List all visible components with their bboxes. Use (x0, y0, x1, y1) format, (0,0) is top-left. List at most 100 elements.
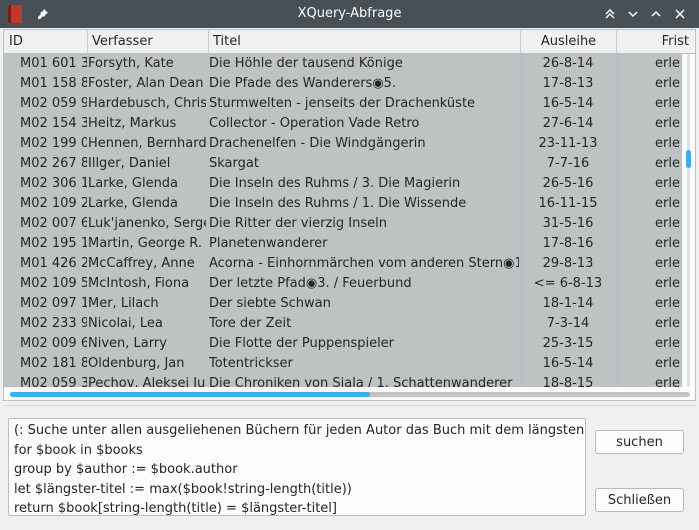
cell-ausleihe: <= 6-8-13 (533, 276, 603, 291)
cell-titel: Tore der Zeit (209, 316, 292, 331)
table-row[interactable]: M02 109 5 McIntosh, Fiona Der letzte Pfad◉… (4, 274, 682, 294)
cell-id: M02 059 3 (20, 376, 87, 387)
cell-id: M02 097 1 (20, 296, 87, 311)
table-row[interactable]: M02 007 6 Luk'janenko, Serge Die Ritter de… (4, 214, 682, 234)
table-row[interactable]: M02 181 8 Oldenburg, Jan Totentrickser 16-5… (4, 354, 682, 374)
cell-id: M02 109 5 (20, 276, 87, 291)
cell-frist: erle (655, 236, 680, 251)
table-row[interactable]: M02 097 1 Mer, Lilach Der siebte Schwan 18-… (4, 294, 682, 314)
cell-titel: Der letzte Pfad◉3. / Feuerbund (209, 276, 412, 291)
table-row[interactable]: M02 109 2 Larke, Glenda Die Inseln des Ruh… (4, 194, 682, 214)
cell-verfasser: Pechov, Aleksej Ju (88, 376, 206, 387)
cell-frist: erle (655, 76, 680, 91)
cell-frist: erle (655, 356, 680, 371)
cell-titel: Acorna - Einhornmärchen vom anderen Ster… (209, 256, 519, 271)
table-row[interactable]: M02 199 0 Hennen, Bernhard Drachenelfen - … (4, 134, 682, 154)
table-row[interactable]: M02 306 1 Larke, Glenda Die Inseln des Ruh… (4, 174, 682, 194)
cell-frist: erle (655, 256, 680, 271)
maximize-button[interactable] (647, 5, 665, 23)
cell-verfasser: Nicolai, Lea (88, 316, 163, 331)
cell-ausleihe: 7-3-14 (546, 316, 590, 331)
table-row[interactable]: M01 601 3 Forsyth, Kate Die Höhle der taus… (4, 54, 682, 74)
column-header-verfasser[interactable]: Verfasser (88, 30, 209, 54)
vertical-scrollbar[interactable] (682, 54, 695, 387)
table-row[interactable]: M02 267 8 Illger, Daniel Skargat 7-7-16 erle (4, 154, 682, 174)
cell-ausleihe: 27-6-14 (542, 116, 594, 131)
cell-titel: Planetenwanderer (209, 236, 328, 251)
cell-ausleihe: 26-5-16 (542, 176, 594, 191)
cell-verfasser: McIntosh, Fiona (88, 276, 190, 291)
cell-verfasser: McCaffrey, Anne (88, 256, 195, 271)
splitter-handle[interactable] (3, 405, 696, 406)
window-title-bar[interactable]: XQuery-Abfrage (0, 0, 699, 28)
cell-id: M02 267 8 (20, 156, 87, 171)
query-editor[interactable]: (: Suche unter allen ausgeliehenen Büche… (8, 418, 586, 516)
cell-id: M02 154 3 (20, 116, 87, 131)
table-row[interactable]: M02 154 3 Heitz, Markus Collector - Operat… (4, 114, 682, 134)
cell-id: M02 195 1 (20, 236, 87, 251)
cell-id: M01 158 8 (20, 76, 87, 91)
cell-id: M02 199 0 (20, 136, 87, 151)
cell-titel: Die Pfade des Wanderers◉5. (209, 76, 397, 91)
cell-verfasser: Mer, Lilach (88, 296, 159, 311)
cell-id: M02 181 8 (20, 356, 87, 371)
cell-verfasser: Illger, Daniel (88, 156, 171, 171)
results-table[interactable]: ID Verfasser Titel Ausleihe Frist M02 05… (3, 29, 696, 401)
cell-titel: Skargat (209, 156, 259, 171)
column-separator (617, 54, 618, 387)
table-row[interactable]: M02 059 9 Hardebusch, Christ Sturmwelten -… (4, 94, 682, 114)
column-header-frist[interactable]: Frist (617, 30, 695, 54)
search-button[interactable]: suchen (595, 430, 684, 454)
query-line: (: Suche unter allen ausgeliehenen Büche… (14, 423, 586, 438)
cell-ausleihe: 31-5-16 (542, 216, 594, 231)
cell-verfasser: Larke, Glenda (88, 176, 179, 191)
table-row[interactable]: M01 426 2 McCaffrey, Anne Acorna - Einhorn… (4, 254, 682, 274)
cell-titel: Die Ritter der vierzig Inseln (209, 216, 387, 231)
close-button[interactable]: Schließen (595, 488, 684, 512)
cell-frist: erle (655, 296, 680, 311)
chevron-up-icon (651, 10, 661, 17)
cell-titel: Drachenelfen - Die Windgängerin (209, 136, 426, 151)
cell-frist: erle (655, 156, 680, 171)
close-window-button[interactable] (671, 5, 689, 23)
cell-frist: erle (655, 196, 680, 211)
table-row[interactable]: M02 009 6 Niven, Larry Die Flotte der Pupp… (4, 334, 682, 354)
column-header-ausleihe[interactable]: Ausleihe (521, 30, 617, 54)
horizontal-scrollbar[interactable] (4, 387, 695, 400)
cell-verfasser: Oldenburg, Jan (88, 356, 185, 371)
cell-ausleihe: 23-11-13 (538, 136, 598, 151)
double-chevron-up-icon (605, 8, 615, 19)
cell-ausleihe: 16-11-15 (538, 196, 598, 211)
scrollbar-track[interactable] (687, 54, 690, 387)
scrollbar-thumb[interactable] (10, 392, 370, 397)
cell-ausleihe: 26-8-14 (542, 56, 594, 71)
cell-verfasser: Martin, George R. R (88, 236, 206, 251)
query-line: for $book in $books (14, 442, 143, 458)
cell-titel: Sturmwelten - jenseits der Drachenküste (209, 96, 476, 111)
cell-verfasser: Luk'janenko, Serge (88, 216, 206, 231)
cell-verfasser: Hennen, Bernhard (88, 136, 206, 151)
cell-id: M01 426 2 (20, 256, 87, 271)
column-separator (521, 54, 522, 387)
cell-titel: Die Flotte der Puppenspieler (209, 336, 395, 351)
keep-above-button[interactable] (601, 5, 619, 23)
column-header-id[interactable]: ID (4, 30, 88, 54)
cell-titel: Die Höhle der tausend Könige (209, 56, 403, 71)
cell-ausleihe: 18-8-15 (542, 376, 594, 387)
table-row[interactable]: M02 059 3 Pechov, Aleksej Ju Die Chroniken… (4, 374, 682, 387)
table-body: M02 059 3 Pechov, Aleksej Ju Die Chroniken… (4, 54, 682, 387)
cell-ausleihe: 25-3-15 (542, 336, 594, 351)
cell-frist: erle (655, 56, 680, 71)
table-header: ID Verfasser Titel Ausleihe Frist (4, 30, 695, 54)
cell-ausleihe: 29-8-13 (542, 256, 594, 271)
cell-id: M02 059 9 (20, 96, 87, 111)
cell-frist: erle (655, 116, 680, 131)
minimize-button[interactable] (624, 5, 642, 23)
table-row[interactable]: M02 195 1 Martin, George R. R Planetenwand… (4, 234, 682, 254)
table-row[interactable]: M01 158 8 Foster, Alan Dean Die Pfade des … (4, 74, 682, 94)
scrollbar-thumb[interactable] (686, 150, 691, 168)
window-title: XQuery-Abfrage (297, 6, 402, 21)
column-header-titel[interactable]: Titel (209, 30, 521, 54)
table-row[interactable]: M02 233 9 Nicolai, Lea Tore der Zeit 7-3-14… (4, 314, 682, 334)
cell-frist: erle (655, 136, 680, 151)
